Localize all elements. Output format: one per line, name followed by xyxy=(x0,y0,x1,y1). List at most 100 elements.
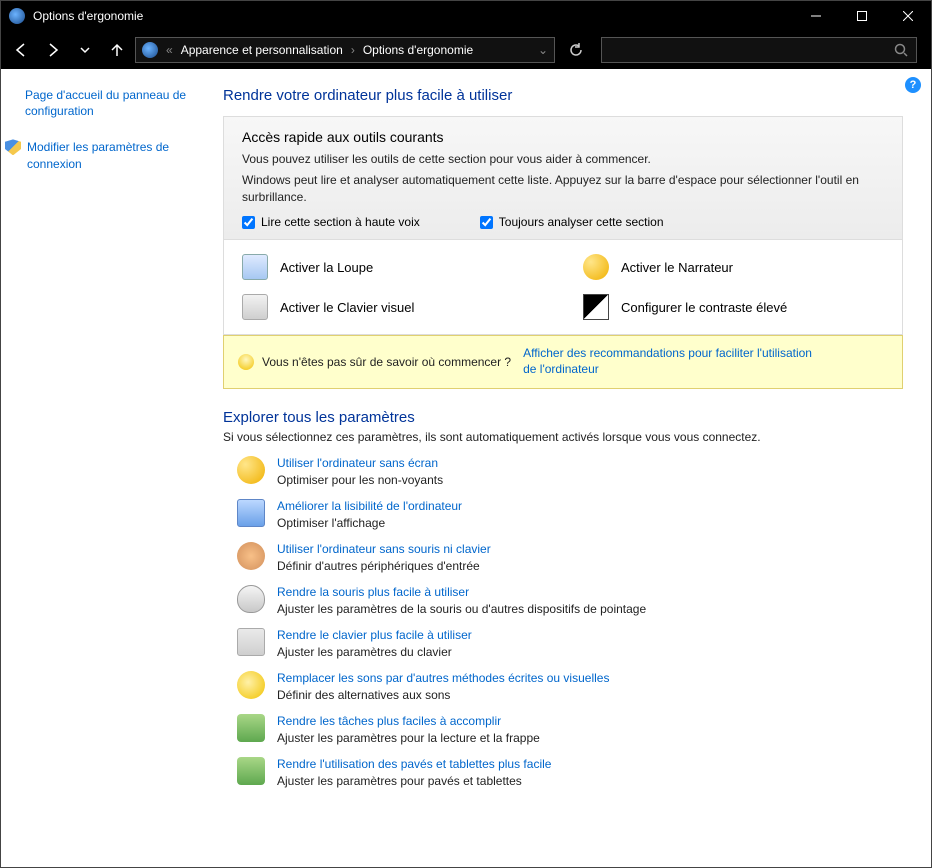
explore-item-desc: Ajuster les paramètres pour pavés et tab… xyxy=(277,774,551,788)
window: Options d'ergonomie « Apparence et perso… xyxy=(0,0,932,868)
explore-item: Utiliser l'ordinateur sans souris ni cla… xyxy=(237,542,903,573)
explore-item-desc: Optimiser l'affichage xyxy=(277,516,462,530)
explore-item-link[interactable]: Rendre les tâches plus faciles à accompl… xyxy=(277,714,540,728)
search-input[interactable] xyxy=(601,37,917,63)
explore-item: Rendre l'utilisation des pavés et tablet… xyxy=(237,757,903,788)
control-panel-home-link[interactable]: Page d'accueil du panneau de configurati… xyxy=(25,87,199,119)
explore-item-link[interactable]: Améliorer la lisibilité de l'ordinateur xyxy=(277,499,462,513)
close-button[interactable] xyxy=(885,1,931,31)
explore-item: Rendre les tâches plus faciles à accompl… xyxy=(237,714,903,745)
explore-item: Remplacer les sons par d'autres méthodes… xyxy=(237,671,903,702)
explore-item-link[interactable]: Rendre l'utilisation des pavés et tablet… xyxy=(277,757,551,771)
explore-desc: Si vous sélectionnez ces paramètres, ils… xyxy=(223,430,903,444)
recommendations-link[interactable]: Afficher des recommandations pour facili… xyxy=(523,346,823,377)
quick-tools-grid: Activer la Loupe Activer le Narrateur Ac… xyxy=(224,240,902,334)
narrator-label: Activer le Narrateur xyxy=(621,260,733,275)
maximize-button[interactable] xyxy=(839,1,885,31)
address-bar[interactable]: « Apparence et personnalisation › Option… xyxy=(135,37,555,63)
explore-item-link[interactable]: Rendre la souris plus facile à utiliser xyxy=(277,585,646,599)
always-scan-input[interactable] xyxy=(480,216,493,229)
overflow-chevron-icon[interactable]: « xyxy=(166,43,173,57)
explore-item-text: Rendre les tâches plus faciles à accompl… xyxy=(277,714,540,745)
search-icon xyxy=(894,43,908,57)
explore-item-icon xyxy=(237,585,265,613)
explore-item-text: Remplacer les sons par d'autres méthodes… xyxy=(277,671,609,702)
control-panel-icon xyxy=(142,42,158,58)
breadcrumb-level2[interactable]: Options d'ergonomie xyxy=(363,43,473,57)
explore-item-desc: Définir d'autres périphériques d'entrée xyxy=(277,559,491,573)
read-aloud-input[interactable] xyxy=(242,216,255,229)
quick-access-line2: Windows peut lire et analyser automatiqu… xyxy=(242,172,884,206)
explore-item: Rendre le clavier plus facile à utiliser… xyxy=(237,628,903,659)
shield-icon xyxy=(5,139,21,155)
titlebar: Options d'ergonomie xyxy=(1,1,931,31)
explore-item-text: Rendre la souris plus facile à utiliser A… xyxy=(277,585,646,616)
window-controls xyxy=(793,1,931,31)
page-title: Rendre votre ordinateur plus facile à ut… xyxy=(223,87,903,104)
magnifier-label: Activer la Loupe xyxy=(280,260,373,275)
explore-item-icon xyxy=(237,757,265,785)
toolbar: « Apparence et personnalisation › Option… xyxy=(1,31,931,69)
content-area: Page d'accueil du panneau de configurati… xyxy=(1,69,931,867)
explore-item-link[interactable]: Utiliser l'ordinateur sans écran xyxy=(277,456,443,470)
lightbulb-icon xyxy=(238,354,254,370)
back-button[interactable] xyxy=(7,36,35,64)
chevron-right-icon: › xyxy=(351,43,355,57)
breadcrumb-level1[interactable]: Apparence et personnalisation xyxy=(181,43,343,57)
explore-item-desc: Définir des alternatives aux sons xyxy=(277,688,609,702)
explore-item: Utiliser l'ordinateur sans écran Optimise… xyxy=(237,456,903,487)
help-icon[interactable]: ? xyxy=(905,77,921,93)
explore-item: Rendre la souris plus facile à utiliser A… xyxy=(237,585,903,616)
chevron-down-icon[interactable]: ⌄ xyxy=(538,43,548,57)
always-scan-label: Toujours analyser cette section xyxy=(499,215,664,229)
explore-item-icon xyxy=(237,628,265,656)
app-icon xyxy=(9,8,25,24)
tip-question: Vous n'êtes pas sûr de savoir où commenc… xyxy=(262,355,511,369)
start-narrator-link[interactable]: Activer le Narrateur xyxy=(583,254,884,280)
minimize-button[interactable] xyxy=(793,1,839,31)
high-contrast-link[interactable]: Configurer le contraste élevé xyxy=(583,294,884,320)
explore-title: Explorer tous les paramètres xyxy=(223,409,903,426)
recommendations-tip: Vous n'êtes pas sûr de savoir où commenc… xyxy=(223,335,903,388)
explore-item-text: Rendre l'utilisation des pavés et tablet… xyxy=(277,757,551,788)
explore-item-text: Rendre le clavier plus facile à utiliser… xyxy=(277,628,472,659)
explore-item-link[interactable]: Remplacer les sons par d'autres méthodes… xyxy=(277,671,609,685)
contrast-icon xyxy=(583,294,609,320)
explore-item-link[interactable]: Rendre le clavier plus facile à utiliser xyxy=(277,628,472,642)
quick-access-header: Accès rapide aux outils courants Vous po… xyxy=(224,117,902,240)
explore-item-link[interactable]: Utiliser l'ordinateur sans souris ni cla… xyxy=(277,542,491,556)
keyboard-icon xyxy=(242,294,268,320)
explore-item-icon xyxy=(237,542,265,570)
explore-item-icon xyxy=(237,456,265,484)
explore-item-desc: Ajuster les paramètres de la souris ou d… xyxy=(277,602,646,616)
explore-item-desc: Ajuster les paramètres pour la lecture e… xyxy=(277,731,540,745)
explore-item-icon xyxy=(237,671,265,699)
explore-item-text: Utiliser l'ordinateur sans souris ni cla… xyxy=(277,542,491,573)
osk-label: Activer le Clavier visuel xyxy=(280,300,414,315)
magnifier-icon xyxy=(242,254,268,280)
change-signin-settings-link[interactable]: Modifier les paramètres de connexion xyxy=(25,139,199,171)
explore-item-text: Utiliser l'ordinateur sans écran Optimise… xyxy=(277,456,443,487)
explore-item-icon xyxy=(237,714,265,742)
main-panel: ? Rendre votre ordinateur plus facile à … xyxy=(211,69,931,867)
explore-item-desc: Ajuster les paramètres du clavier xyxy=(277,645,472,659)
read-aloud-checkbox[interactable]: Lire cette section à haute voix xyxy=(242,215,420,229)
forward-button[interactable] xyxy=(39,36,67,64)
quick-access-title: Accès rapide aux outils courants xyxy=(242,129,884,145)
window-title: Options d'ergonomie xyxy=(33,9,793,23)
quick-access-box: Accès rapide aux outils courants Vous po… xyxy=(223,116,903,335)
refresh-button[interactable] xyxy=(563,37,589,63)
sidebar: Page d'accueil du panneau de configurati… xyxy=(1,69,211,867)
explore-item: Améliorer la lisibilité de l'ordinateur O… xyxy=(237,499,903,530)
explore-item-desc: Optimiser pour les non-voyants xyxy=(277,473,443,487)
always-scan-checkbox[interactable]: Toujours analyser cette section xyxy=(480,215,664,229)
start-magnifier-link[interactable]: Activer la Loupe xyxy=(242,254,543,280)
recent-button[interactable] xyxy=(71,36,99,64)
uac-link-label: Modifier les paramètres de connexion xyxy=(27,139,199,171)
start-osk-link[interactable]: Activer le Clavier visuel xyxy=(242,294,543,320)
quick-access-line1: Vous pouvez utiliser les outils de cette… xyxy=(242,151,884,168)
narrator-icon xyxy=(583,254,609,280)
contrast-label: Configurer le contraste élevé xyxy=(621,300,787,315)
explore-list: Utiliser l'ordinateur sans écran Optimise… xyxy=(237,456,903,788)
up-button[interactable] xyxy=(103,36,131,64)
